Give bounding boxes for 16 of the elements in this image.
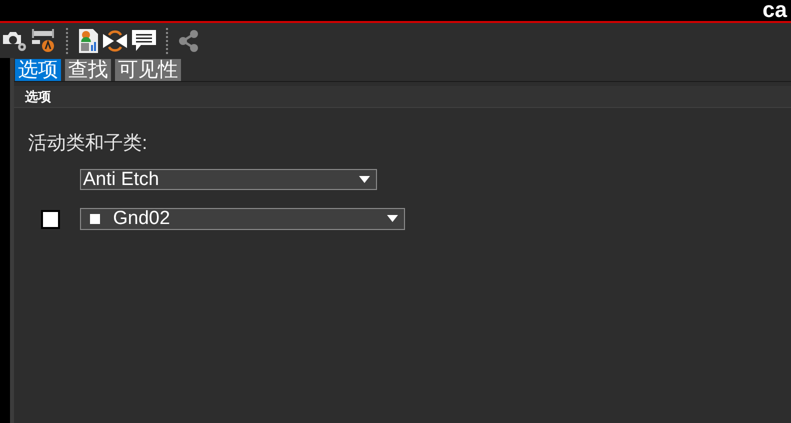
panel-title: 选项 (14, 86, 791, 108)
bowtie-icon[interactable] (102, 28, 128, 52)
window-title: ca (762, 0, 788, 20)
class-dropdown[interactable]: Anti Etch (80, 169, 377, 190)
tab[interactable]: 可见性 (115, 59, 181, 81)
report-icon[interactable] (77, 28, 99, 54)
checkbox[interactable] (41, 210, 60, 228)
tab[interactable]: 选项 (15, 59, 61, 81)
share-icon[interactable] (177, 28, 201, 52)
tab[interactable]: 查找 (65, 59, 111, 81)
caret-icon (359, 176, 370, 184)
caret-icon (387, 215, 398, 223)
comment-icon[interactable] (131, 28, 157, 54)
subclass-dropdown[interactable]: Gnd02 (80, 208, 405, 230)
field-label: 活动类和子类: (28, 132, 148, 156)
connector-icon[interactable] (31, 28, 57, 52)
